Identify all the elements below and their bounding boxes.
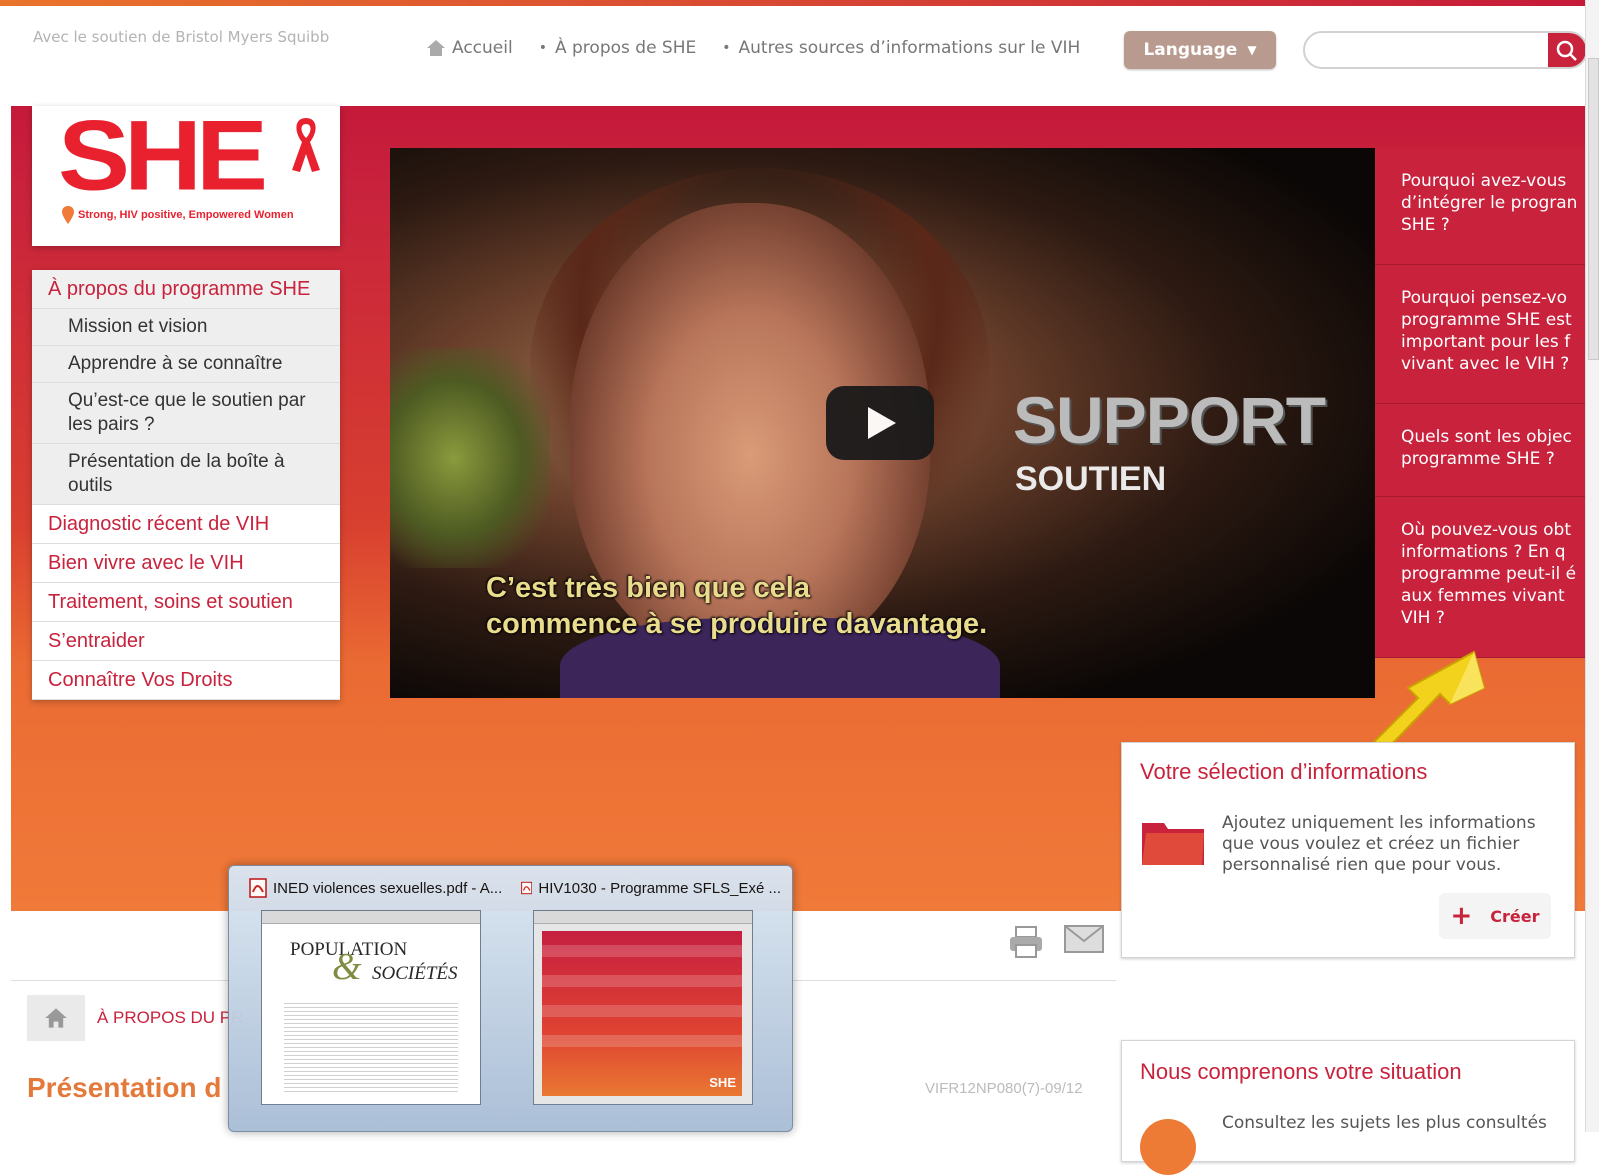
nav-about-label: À propos de SHE (554, 38, 697, 58)
sponsor-text: Avec le soutien de Bristol Myers Squibb (33, 28, 330, 46)
sidebar-nav: À propos du programme SHE Mission et vis… (32, 270, 340, 700)
selection-card: Votre sélection d’informations Ajoutez u… (1121, 742, 1575, 958)
preview-title-text: HIV1030 - Programme SFLS_Exé ... (538, 879, 781, 897)
page-scrollbar[interactable] (1585, 0, 1599, 1132)
video-overlay-title: SUPPORT (1013, 383, 1326, 457)
sidebar-item-treatment[interactable]: Traitement, soins et soutien (32, 583, 340, 622)
taskbar-preview-item[interactable]: HIV1030 - Programme SFLS_Exé ... SHE (521, 878, 781, 1105)
pdf-icon (521, 881, 533, 895)
preview-band (542, 975, 742, 987)
video-background-plant (390, 348, 550, 568)
taskbar-preview-item[interactable]: INED violences sexuelles.pdf - A... POPU… (249, 878, 509, 1105)
create-button[interactable]: + Créer (1439, 893, 1551, 939)
language-label: Language (1143, 40, 1238, 60)
top-nav: Accueil • À propos de SHE • Autres sourc… (426, 38, 1106, 58)
breadcrumb-home[interactable] (27, 995, 85, 1041)
nav-home-label: Accueil (452, 38, 513, 58)
nav-about[interactable]: • À propos de SHE (539, 38, 697, 58)
selection-title: Votre sélection d’informations (1140, 759, 1428, 784)
preview-text-lines (284, 1003, 458, 1093)
preview-red-page: SHE (542, 931, 742, 1096)
situation-icon (1140, 1119, 1196, 1175)
search-icon (1556, 40, 1577, 61)
plus-icon: + (1450, 901, 1473, 931)
video-player[interactable]: SUPPORT SOUTIEN C’est très bien que cela… (390, 148, 1375, 698)
preview-band (542, 1035, 742, 1047)
top-accent-stripe (0, 0, 1599, 6)
question-list: Pourquoi avez-vous d’intégrer le progran… (1375, 148, 1585, 658)
ampersand-glyph: & (332, 946, 362, 988)
situation-text: Consultez les sujets les plus consultés (1222, 1113, 1547, 1133)
pdf-preview-programme: SHE (533, 910, 753, 1105)
document-reference: VIFR12NP080(7)-09/12 (925, 1080, 1083, 1097)
pdf-preview-population: POPULATION & SOCIÉTÉS (261, 910, 481, 1105)
sidebar-item-rights[interactable]: Connaître Vos Droits (32, 661, 340, 700)
location-pin-icon (62, 206, 74, 224)
sidebar-item-mission[interactable]: Mission et vision (32, 309, 340, 346)
bullet-icon: • (722, 40, 731, 56)
sidebar-item-mutual-help[interactable]: S’entraider (32, 622, 340, 661)
folder-icon (1142, 823, 1204, 865)
question-item[interactable]: Pourquoi pensez-vo programme SHE est imp… (1375, 265, 1585, 404)
home-icon (426, 38, 452, 58)
preview-title-text: INED violences sexuelles.pdf - A... (273, 879, 503, 897)
she-logo[interactable]: SHE Strong, HIV positive, Empowered Wome… (32, 106, 340, 246)
pdf-icon (249, 878, 267, 898)
taskbar-preview-popup: INED violences sexuelles.pdf - A... POPU… (228, 865, 793, 1132)
create-label: Créer (1490, 906, 1540, 926)
logo-tagline: Strong, HIV positive, Empowered Women (78, 209, 294, 221)
logo-text: SHE (58, 99, 268, 211)
sidebar-item-know-yourself[interactable]: Apprendre à se connaître (32, 346, 340, 383)
preview-subheading: SOCIÉTÉS (372, 963, 458, 984)
scrollbar-thumb[interactable] (1588, 58, 1599, 360)
search-button[interactable] (1548, 33, 1586, 67)
search-input[interactable] (1319, 39, 1543, 63)
breadcrumb: À PROPOS DU PR (27, 995, 243, 1041)
sidebar-item-toolbox[interactable]: Présentation de la boîte à outils (32, 444, 340, 505)
nav-other-sources-label: Autres sources d’informations sur le VIH (738, 38, 1081, 58)
nav-home[interactable]: Accueil (426, 38, 513, 58)
sidebar-item-diagnosis[interactable]: Diagnostic récent de VIH (32, 505, 340, 544)
preview-toolbar (534, 911, 752, 924)
preview-band (542, 945, 742, 957)
language-button[interactable]: Language ▼ (1124, 31, 1276, 69)
home-icon (45, 1008, 67, 1028)
sidebar-item-living-well[interactable]: Bien vivre avec le VIH (32, 544, 340, 583)
preview-title: HIV1030 - Programme SFLS_Exé ... (521, 878, 781, 898)
page-title: Présentation d (27, 1072, 222, 1103)
preview-logo: SHE (709, 1075, 736, 1090)
situation-title: Nous comprenons votre situation (1140, 1059, 1462, 1084)
video-caption-line2: commence à se produire davantage. (486, 608, 988, 640)
play-button[interactable] (826, 386, 934, 460)
question-item[interactable]: Pourquoi avez-vous d’intégrer le progran… (1375, 148, 1585, 265)
nav-other-sources[interactable]: • Autres sources d’informations sur le V… (722, 38, 1080, 58)
caret-down-icon: ▼ (1247, 43, 1257, 57)
video-caption-line1: C’est très bien que cela (486, 572, 810, 604)
video-overlay-subtitle: SOUTIEN (1015, 460, 1167, 498)
utility-icons (1008, 925, 1104, 959)
search-box (1303, 31, 1588, 69)
preview-title: INED violences sexuelles.pdf - A... (249, 878, 509, 898)
question-item[interactable]: Où pouvez-vous obt informations ? En q p… (1375, 497, 1585, 658)
preview-band (542, 1005, 742, 1017)
bullet-icon: • (538, 40, 547, 56)
play-icon (868, 407, 896, 439)
print-icon[interactable] (1008, 925, 1044, 959)
preview-toolbar (262, 911, 480, 924)
breadcrumb-current[interactable]: À PROPOS DU PR (97, 1008, 243, 1028)
sidebar-item-peer-support[interactable]: Qu’est-ce que le soutien par les pairs ? (32, 383, 340, 444)
sidebar-item-about[interactable]: À propos du programme SHE (32, 270, 340, 309)
selection-description: Ajoutez uniquement les informations que … (1222, 813, 1536, 875)
email-icon[interactable] (1064, 925, 1104, 953)
situation-card: Nous comprenons votre situation Consulte… (1121, 1040, 1575, 1175)
question-item[interactable]: Quels sont les objec programme SHE ? (1375, 404, 1585, 497)
ribbon-icon (292, 118, 320, 172)
